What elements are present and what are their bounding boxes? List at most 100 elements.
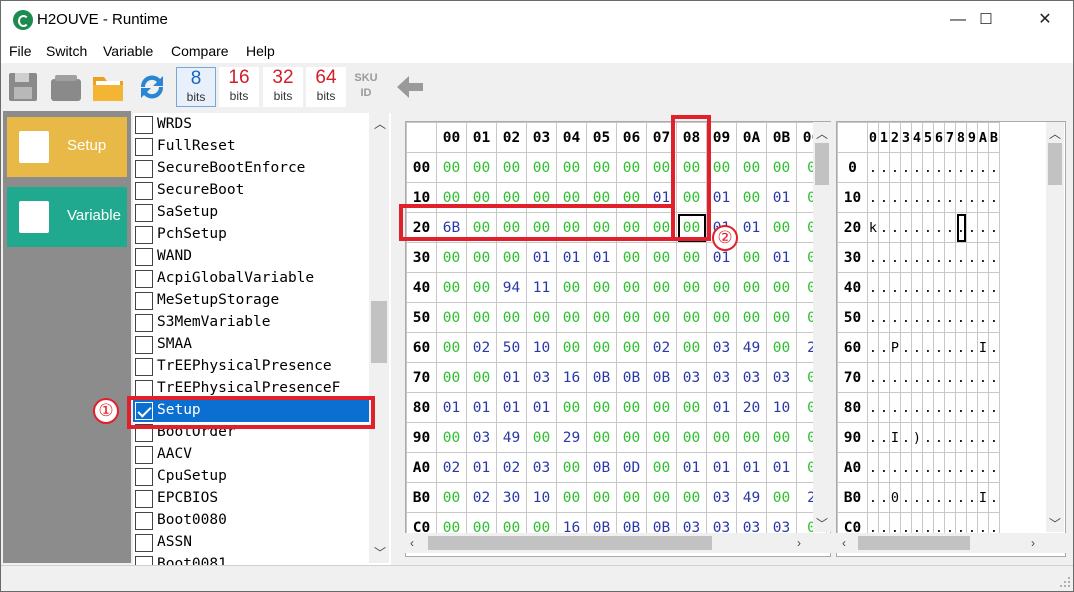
ascii-view-cell[interactable]: . [988,362,1000,393]
ascii-view-cell[interactable]: . [944,302,956,333]
ascii-view-cell[interactable]: . [944,212,956,243]
ascii-view-cell[interactable]: . [867,362,879,393]
variable-checkbox[interactable] [135,534,153,552]
ascii-view-cell[interactable]: . [878,482,890,513]
ascii-view-cell[interactable]: . [955,152,967,183]
ascii-view-cell[interactable]: . [900,332,912,363]
ascii-view-cell[interactable]: . [977,242,989,273]
ascii-view-cell[interactable]: I [977,482,989,513]
ascii-view-cell[interactable]: . [933,332,945,363]
hex-view-cell[interactable]: 00 [766,422,797,453]
ascii-view-cell[interactable]: . [889,302,901,333]
ascii-view-cell[interactable]: . [966,182,978,213]
hex-vscroll-thumb[interactable] [815,143,829,185]
hex-view-cell[interactable]: 03 [736,362,767,393]
ascii-view-cell[interactable]: . [977,392,989,423]
variable-list-item[interactable]: Boot0081 [133,554,373,565]
back-arrow-icon[interactable] [393,69,427,105]
hex-view-cell[interactable]: 01 [766,182,797,213]
hex-view-cell[interactable]: 01 [766,242,797,273]
ascii-view-cell[interactable]: . [933,362,945,393]
ascii-view-cell[interactable]: . [955,242,967,273]
ascii-view-cell[interactable]: . [911,452,923,483]
maximize-button[interactable]: ☐ [963,1,1009,39]
ascii-view-cell[interactable]: . [911,392,923,423]
variable-list-item[interactable]: SecureBoot [133,180,373,202]
variable-list-item[interactable]: MeSetupStorage [133,290,373,312]
ascii-view-cell[interactable]: . [988,242,1000,273]
hex-view-cell[interactable]: 00 [766,272,797,303]
menu-switch[interactable]: Switch [46,43,87,59]
ascii-view-cell[interactable]: . [977,152,989,183]
ascii-view-cell[interactable]: . [867,152,879,183]
ascii-scroll-up-icon[interactable]: ︿ [1049,125,1061,142]
ascii-view-cell[interactable]: . [988,422,1000,453]
ascii-view-cell[interactable]: . [878,302,890,333]
ascii-view-cell[interactable]: . [955,332,967,363]
variable-list-item[interactable]: Boot0080 [133,510,373,532]
variable-checkbox[interactable] [135,490,153,508]
ascii-view-cell[interactable]: . [889,212,901,243]
variable-list-item[interactable]: SecureBootEnforce [133,158,373,180]
hex-view-cell[interactable]: 10 [526,332,557,363]
hex-view-cell[interactable]: 00 [766,302,797,333]
menu-variable[interactable]: Variable [103,43,153,59]
hex-scroll-down-icon[interactable]: ﹀ [816,515,828,532]
hex-view-cell[interactable]: 01 [526,242,557,273]
hex-view-cell[interactable]: 16 [556,362,587,393]
ascii-view-cell[interactable]: . [944,182,956,213]
bits-8-button[interactable]: 8 bits [176,67,216,107]
ascii-view-cell[interactable]: . [889,182,901,213]
ascii-view-cell[interactable]: . [878,212,890,243]
bits-32-button[interactable]: 32 bits [263,67,303,107]
ascii-view-cell[interactable]: . [922,422,934,453]
ascii-view-cell[interactable]: . [922,332,934,363]
ascii-view-cell[interactable]: . [922,272,934,303]
ascii-view-cell[interactable]: . [889,392,901,423]
hex-view-cell[interactable]: 00 [646,422,677,453]
ascii-view-cell[interactable]: . [867,242,879,273]
hex-view-cell[interactable]: 03 [706,332,737,363]
ascii-view-cell[interactable]: . [944,452,956,483]
hex-view-cell[interactable]: 00 [646,482,677,513]
ascii-view-cell[interactable]: . [900,452,912,483]
sidebar-setup-button[interactable]: Setup [7,117,127,177]
hex-view-cell[interactable]: 49 [496,422,527,453]
ascii-view-cell[interactable]: . [988,302,1000,333]
hex-view-cell[interactable]: 01 [496,362,527,393]
hex-view-cell[interactable]: 00 [496,302,527,333]
hex-view-cell[interactable]: 00 [556,452,587,483]
variable-checkbox[interactable] [135,204,153,222]
ascii-view-cell[interactable]: . [955,482,967,513]
variable-list-item[interactable]: WAND [133,246,373,268]
ascii-view-cell[interactable]: . [878,362,890,393]
variable-list-item[interactable]: SaSetup [133,202,373,224]
hex-view-cell[interactable]: 03 [466,422,497,453]
hex-view-cell[interactable]: 00 [436,422,467,453]
variable-checkbox[interactable] [135,556,153,565]
ascii-view-cell[interactable]: . [867,272,879,303]
hex-view-cell[interactable]: 10 [526,482,557,513]
ascii-view-cell[interactable]: . [944,242,956,273]
variable-list-item[interactable]: EPCBIOS [133,488,373,510]
hex-view-cell[interactable]: 00 [676,482,707,513]
ascii-view-cell[interactable]: . [867,302,879,333]
ascii-view-cell[interactable]: . [988,272,1000,303]
hex-view-cell[interactable]: 00 [436,302,467,333]
ascii-view-cell[interactable]: . [878,332,890,363]
hex-view-cell[interactable]: 00 [736,182,767,213]
hex-view-cell[interactable]: 02 [496,452,527,483]
hex-view-cell[interactable]: 00 [526,152,557,183]
ascii-view-cell[interactable]: . [922,212,934,243]
hex-view-cell[interactable]: 0D [616,452,647,483]
variable-list-item[interactable]: ASSN [133,532,373,554]
hex-view-cell[interactable]: 00 [586,392,617,423]
hex-view-cell[interactable]: 00 [616,242,647,273]
hex-view-cell[interactable]: 00 [676,272,707,303]
ascii-view-cell[interactable]: . [878,242,890,273]
hex-view-cell[interactable]: 00 [766,212,797,243]
hex-view-cell[interactable]: 00 [436,152,467,183]
hex-view-cell[interactable]: 01 [736,212,767,243]
hex-view-cell[interactable]: 00 [436,272,467,303]
ascii-view-cell[interactable]: . [933,212,945,243]
